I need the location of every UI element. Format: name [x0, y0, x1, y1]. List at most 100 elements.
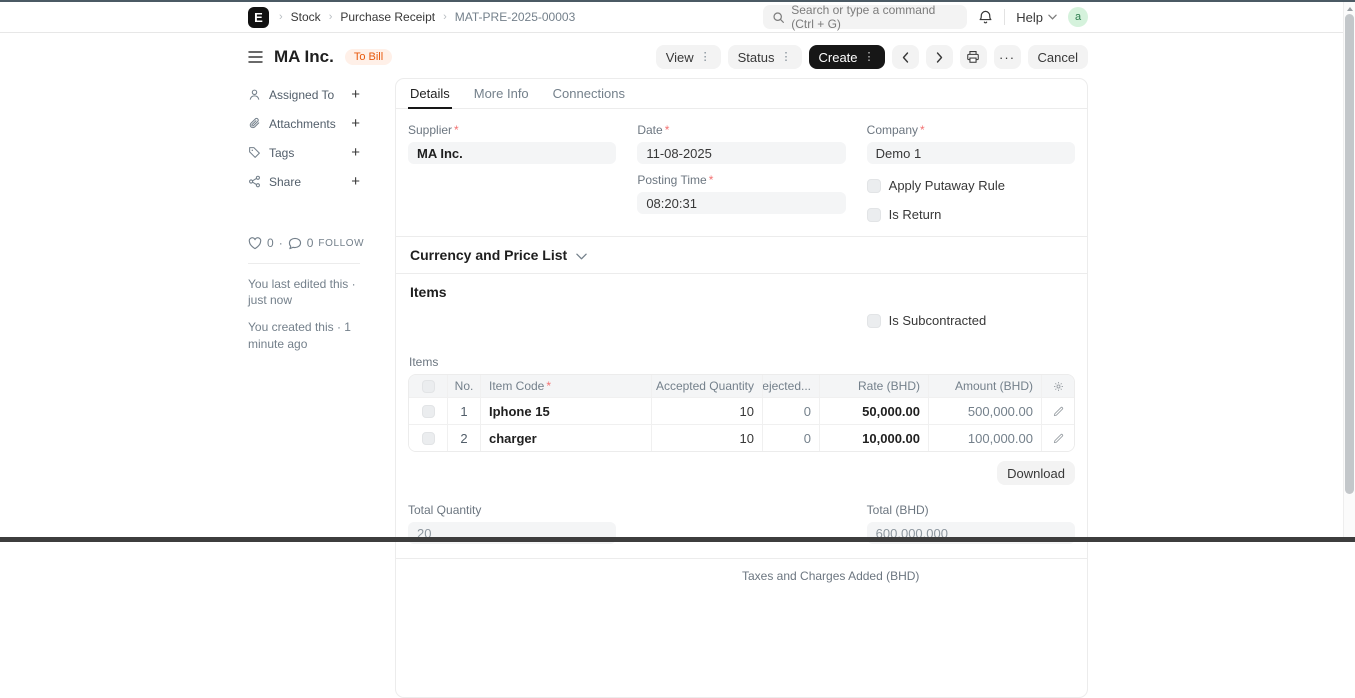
rejected-quantity-cell[interactable]: 0: [762, 425, 819, 451]
tag-icon: [248, 146, 261, 159]
dropdown-dots-icon: ⋮: [700, 52, 711, 63]
add-attachment-button[interactable]: +: [351, 115, 360, 132]
follow-button[interactable]: FOLLOW: [318, 238, 364, 249]
required-mark: *: [709, 173, 714, 187]
rate-cell[interactable]: 10,000.00: [819, 425, 928, 451]
download-button[interactable]: Download: [997, 461, 1075, 485]
edit-pencil-icon[interactable]: [1053, 433, 1064, 444]
supplier-field: Supplier* MA Inc.: [408, 123, 616, 164]
is-return-checkbox[interactable]: [867, 208, 881, 222]
is-subcontracted-row[interactable]: Is Subcontracted: [867, 313, 1075, 328]
sidebar-item-label: Assigned To: [269, 88, 334, 102]
tab-more-info[interactable]: More Info: [474, 79, 529, 108]
col-header-accepted-quantity: Accepted Quantity: [651, 375, 762, 397]
chevron-left-icon: [902, 52, 909, 63]
navbar: E › Stock › Purchase Receipt › MAT-PRE-2…: [0, 2, 1355, 33]
create-button-label: Create: [819, 50, 858, 65]
row-number-cell: 2: [447, 425, 480, 451]
items-field-label: Items: [409, 355, 1075, 369]
view-button[interactable]: View ⋮: [656, 45, 721, 69]
rate-cell[interactable]: 50,000.00: [819, 398, 928, 424]
row-checkbox[interactable]: [422, 432, 435, 445]
rejected-quantity-cell[interactable]: 0: [762, 398, 819, 424]
apply-putaway-rule-checkbox[interactable]: [867, 179, 881, 193]
supplier-input[interactable]: MA Inc.: [408, 142, 616, 164]
edit-pencil-icon[interactable]: [1053, 406, 1064, 417]
create-button[interactable]: Create ⋮: [809, 45, 885, 69]
col-header-rejected: Rejected...: [762, 375, 819, 397]
add-assignment-button[interactable]: +: [351, 86, 360, 103]
currency-price-list-section-header[interactable]: Currency and Price List: [396, 236, 1087, 273]
items-table-rows: 1 Iphone 15 10 0 50,000.00 500,000.00 2 …: [409, 397, 1074, 451]
amount-cell: 500,000.00: [928, 398, 1041, 424]
is-subcontracted-checkbox[interactable]: [867, 314, 881, 328]
assign-user-icon: [248, 88, 261, 101]
document-timeline: You last edited this · just now You crea…: [248, 276, 360, 352]
item-code-cell[interactable]: Iphone 15: [480, 398, 651, 424]
add-tag-button[interactable]: +: [351, 144, 360, 161]
breadcrumb-separator-icon: ›: [279, 11, 283, 23]
item-code-cell[interactable]: charger: [480, 425, 651, 451]
col-header-item-code: Item Code*: [480, 375, 651, 397]
supplier-label: Supplier*: [408, 123, 616, 137]
gear-icon[interactable]: [1053, 381, 1064, 392]
date-field: Date* 11-08-2025: [637, 123, 845, 164]
is-return-row[interactable]: Is Return: [867, 207, 1075, 222]
select-all-checkbox[interactable]: [422, 380, 435, 393]
apply-putaway-rule-label: Apply Putaway Rule: [889, 178, 1005, 193]
navbar-divider: [1004, 9, 1005, 25]
dropdown-dots-icon: ⋮: [864, 52, 875, 63]
posting-time-field: Posting Time* 08:20:31: [637, 173, 845, 214]
scrollbar-up-arrow-icon[interactable]: [1347, 7, 1353, 11]
bell-icon[interactable]: [978, 10, 993, 25]
view-button-label: View: [666, 50, 694, 65]
tab-connections[interactable]: Connections: [553, 79, 625, 108]
help-label: Help: [1016, 10, 1043, 25]
breadcrumb-separator-icon: ›: [443, 11, 447, 23]
breadcrumb-document-id[interactable]: MAT-PRE-2025-00003: [455, 10, 576, 24]
scrollbar-thumb[interactable]: [1345, 14, 1354, 494]
next-document-button[interactable]: [926, 45, 953, 69]
chevron-down-icon[interactable]: [576, 253, 587, 260]
breadcrumb-stock[interactable]: Stock: [291, 10, 321, 24]
accepted-quantity-cell[interactable]: 10: [651, 398, 762, 424]
breadcrumb-purchase-receipt[interactable]: Purchase Receipt: [340, 10, 435, 24]
company-field: Company* Demo 1: [867, 123, 1075, 164]
cancel-button[interactable]: Cancel: [1028, 45, 1088, 69]
user-avatar[interactable]: a: [1068, 7, 1088, 27]
tab-details[interactable]: Details: [410, 79, 450, 108]
paperclip-icon: [248, 117, 261, 130]
form-card: Details More Info Connections Supplier* …: [395, 78, 1088, 698]
row-select-cell: [409, 425, 447, 451]
col-header-no: No.: [447, 375, 480, 397]
status-button[interactable]: Status ⋮: [728, 45, 802, 69]
sidebar-item-tags: Tags +: [248, 138, 360, 167]
erpnext-logo[interactable]: E: [248, 7, 269, 28]
more-actions-button[interactable]: ···: [994, 45, 1021, 69]
date-input[interactable]: 11-08-2025: [637, 142, 845, 164]
comment-icon[interactable]: [288, 237, 302, 250]
sidebar-item-label: Tags: [269, 146, 294, 160]
search-icon: [772, 11, 785, 24]
help-menu[interactable]: Help: [1016, 10, 1057, 25]
heart-icon[interactable]: [248, 237, 262, 250]
print-button[interactable]: [960, 45, 987, 69]
accepted-quantity-cell[interactable]: 10: [651, 425, 762, 451]
share-icon: [248, 175, 261, 188]
company-input[interactable]: Demo 1: [867, 142, 1075, 164]
sidebar-item-attachments: Attachments +: [248, 109, 360, 138]
previous-document-button[interactable]: [892, 45, 919, 69]
is-subcontracted-label: Is Subcontracted: [889, 313, 987, 328]
likes-count: 0: [267, 236, 274, 250]
vertical-scrollbar[interactable]: [1343, 2, 1355, 542]
posting-time-input[interactable]: 08:20:31: [637, 192, 845, 214]
comments-count: 0: [307, 236, 314, 250]
share-add-button[interactable]: +: [351, 173, 360, 190]
row-checkbox[interactable]: [422, 405, 435, 418]
ellipsis-icon: ···: [999, 51, 1015, 64]
sidebar-divider: [248, 263, 360, 264]
search-input[interactable]: Search or type a command (Ctrl + G): [763, 5, 967, 29]
sidebar-toggle-icon[interactable]: [248, 51, 263, 63]
apply-putaway-rule-row[interactable]: Apply Putaway Rule: [867, 178, 1075, 193]
grid-settings-cell: [1041, 375, 1074, 397]
